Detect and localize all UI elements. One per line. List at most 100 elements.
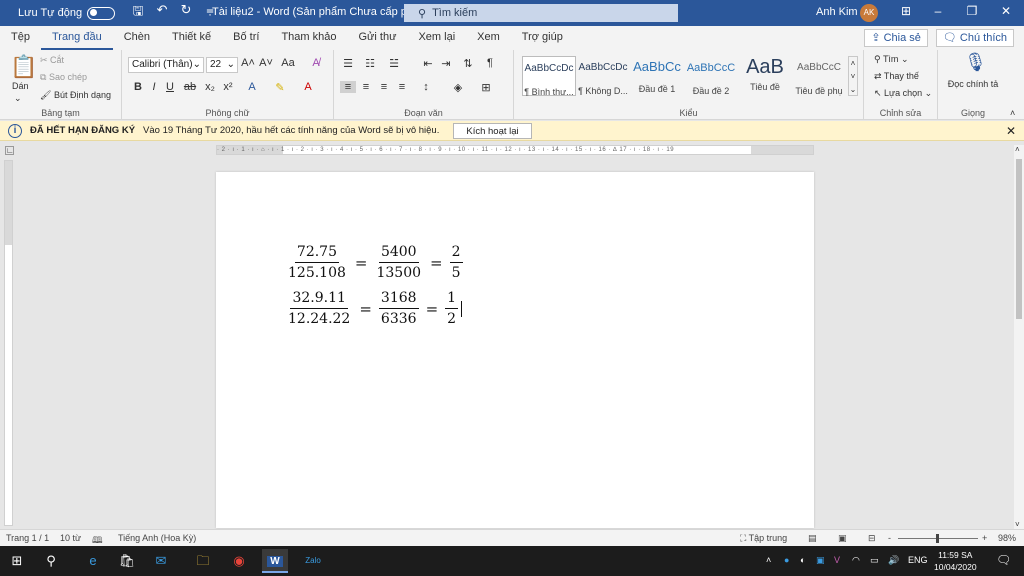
superscript-icon[interactable]: x² xyxy=(220,81,236,93)
style-heading-2[interactable]: AaBbCcC Đầu đề 2 xyxy=(684,56,738,96)
user-name[interactable]: Anh Kim xyxy=(816,6,858,18)
styles-gallery-scroll[interactable]: ˄ ˅ ⌄ xyxy=(848,56,858,96)
bullets-icon[interactable]: ☰ xyxy=(340,57,356,70)
font-color-icon[interactable]: A xyxy=(300,81,316,93)
tab-layout[interactable]: Bố trí xyxy=(222,26,270,50)
shrink-font-icon[interactable]: A˅ xyxy=(258,57,274,69)
chrome-icon[interactable]: ◉ xyxy=(230,552,248,570)
reactivate-button[interactable]: Kích hoạt lại xyxy=(453,122,532,139)
zoom-out-button[interactable]: - xyxy=(888,533,891,543)
tray-app-icon[interactable]: V xyxy=(834,555,840,565)
strikethrough-icon[interactable]: ab xyxy=(182,81,198,93)
line-spacing-icon[interactable]: ↕ xyxy=(418,81,434,93)
font-size-select[interactable]: 22 ⌄ xyxy=(206,57,238,73)
vertical-ruler[interactable] xyxy=(4,160,13,526)
scroll-up-icon[interactable]: ˄ xyxy=(1015,145,1020,154)
zalo-icon[interactable]: Zalo xyxy=(304,552,322,570)
align-right-icon[interactable]: ≡ xyxy=(376,81,392,93)
underline-icon[interactable]: U xyxy=(162,81,178,93)
vertical-scrollbar[interactable]: ˄ ˅ xyxy=(1014,145,1024,529)
store-icon[interactable]: 🛍 xyxy=(118,552,136,570)
collapse-ribbon-icon[interactable]: ˄ xyxy=(1010,108,1015,118)
read-mode-icon[interactable]: ▤ xyxy=(808,533,817,544)
justify-icon[interactable]: ≡ xyxy=(394,81,410,93)
find-button[interactable]: ⚲ Tìm ⌄ xyxy=(874,54,908,65)
horizontal-ruler[interactable]: · 2 · ı · 1 · ı · ⌂ · ı · 1 · ı · 2 · ı … xyxy=(216,145,814,155)
language-indicator[interactable]: ENG xyxy=(908,555,928,565)
tab-home[interactable]: Trang đầu xyxy=(40,26,113,50)
word-count[interactable]: 10 từ xyxy=(60,533,81,543)
cut-button[interactable]: ✂ Cắt xyxy=(40,55,64,66)
page-count[interactable]: Trang 1 / 1 xyxy=(6,533,49,543)
ribbon-display-options-icon[interactable]: ⊞ xyxy=(896,4,916,18)
paste-icon[interactable]: 📋 xyxy=(10,54,37,80)
share-button[interactable]: ⇪ Chia sẻ xyxy=(864,29,928,47)
search-icon[interactable]: ⚲ xyxy=(42,552,60,570)
language-indicator[interactable]: Tiếng Anh (Hoa Kỳ) xyxy=(118,533,196,543)
tab-selector[interactable]: ∟ xyxy=(5,146,14,155)
shading-icon[interactable]: ◈ xyxy=(450,81,466,94)
tab-mailings[interactable]: Gửi thư xyxy=(347,26,407,50)
autosave-toggle[interactable] xyxy=(87,6,116,20)
align-left-icon[interactable]: ≡ xyxy=(340,81,356,93)
change-case-icon[interactable]: Aa xyxy=(280,57,296,69)
copy-button[interactable]: ⧉ Sao chép xyxy=(40,72,87,83)
start-icon[interactable]: ⊞ xyxy=(8,552,26,570)
scrollbar-thumb[interactable] xyxy=(1016,159,1022,319)
zoom-slider-knob[interactable] xyxy=(936,534,940,543)
highlight-icon[interactable]: ✎ xyxy=(272,81,288,94)
microphone-icon[interactable]: 🎙 xyxy=(964,52,987,73)
print-layout-icon[interactable]: ▣ xyxy=(838,533,847,544)
tab-file[interactable]: Tệp xyxy=(0,26,41,50)
zoom-in-button[interactable]: + xyxy=(982,533,987,543)
tab-help[interactable]: Trợ giúp xyxy=(511,26,574,50)
pilcrow-icon[interactable]: ¶ xyxy=(482,57,498,69)
style-heading-1[interactable]: AaBbCc Đầu đề 1 xyxy=(630,56,684,96)
web-layout-icon[interactable]: ⊟ xyxy=(868,533,876,544)
numbering-icon[interactable]: ☷ xyxy=(362,57,378,70)
undo-icon[interactable]: ↶ xyxy=(155,2,169,24)
battery-icon[interactable]: ▭ xyxy=(870,555,879,566)
paste-button[interactable]: Dán xyxy=(12,81,29,91)
tray-app-icon[interactable]: ◐ xyxy=(800,555,805,565)
borders-icon[interactable]: ⊞ xyxy=(478,81,494,94)
document-page[interactable]: 72.75 125.108 = 5400 13500 = 2 5 32.9.11… xyxy=(216,172,814,528)
comments-button[interactable]: 🗨 Chú thích xyxy=(935,29,1014,47)
close-icon[interactable]: ✕ xyxy=(996,4,1016,18)
autosave-control[interactable]: Lưu Tự động xyxy=(18,6,116,20)
decrease-indent-icon[interactable]: ⇤ xyxy=(420,57,436,70)
replace-button[interactable]: ⇄ Thay thế xyxy=(874,71,919,82)
search-input[interactable]: ⚲ Tìm kiếm xyxy=(404,4,678,22)
word-icon[interactable]: W xyxy=(262,549,288,573)
wifi-icon[interactable]: ◠ xyxy=(852,555,860,566)
select-button[interactable]: ↖ Lựa chọn ⌄ xyxy=(874,88,932,99)
increase-indent-icon[interactable]: ⇥ xyxy=(438,57,454,70)
notifications-icon[interactable]: 🗨 xyxy=(996,553,1011,567)
redo-icon[interactable]: ↻ xyxy=(179,2,193,24)
tray-app-icon[interactable]: ● xyxy=(784,555,789,565)
subscript-icon[interactable]: x₂ xyxy=(202,81,218,93)
file-explorer-icon[interactable]: 🗀 xyxy=(194,552,212,570)
format-painter-button[interactable]: 🖌 Bút Định dạng xyxy=(40,90,111,101)
tray-app-icon[interactable]: ▣ xyxy=(816,555,825,566)
mail-icon[interactable]: ✉ xyxy=(152,552,170,570)
text-effects-icon[interactable]: A xyxy=(244,81,260,93)
equation-line-2[interactable]: 32.9.11 12.24.22 = 3168 6336 = 1 2 xyxy=(284,290,463,327)
scroll-down-icon[interactable]: ˅ xyxy=(1015,520,1020,529)
grow-font-icon[interactable]: A˄ xyxy=(240,57,256,69)
paste-dropdown-icon[interactable]: ⌄ xyxy=(14,93,22,104)
sort-icon[interactable]: ⇅ xyxy=(460,57,476,70)
clear-formatting-icon[interactable]: A̸ xyxy=(308,57,324,69)
minimize-icon[interactable]: – xyxy=(928,4,948,18)
volume-icon[interactable]: 🔊 xyxy=(888,555,899,566)
font-name-select[interactable]: Calibri (Thân) ⌄ xyxy=(128,57,204,73)
dictate-button[interactable]: Đọc chính tả xyxy=(946,79,1000,90)
italic-icon[interactable]: I xyxy=(146,81,162,93)
restore-icon[interactable]: ❐ xyxy=(962,4,982,18)
style-no-spacing[interactable]: AaBbCcDc ¶ Không D... xyxy=(576,56,630,96)
multilevel-list-icon[interactable]: ☱ xyxy=(386,57,402,70)
tab-design[interactable]: Thiết kế xyxy=(161,26,222,50)
style-normal[interactable]: AaBbCcDc ¶ Bình thư... xyxy=(522,56,576,97)
equation-line-1[interactable]: 72.75 125.108 = 5400 13500 = 2 5 xyxy=(284,244,465,281)
avatar[interactable]: AK xyxy=(860,4,878,22)
